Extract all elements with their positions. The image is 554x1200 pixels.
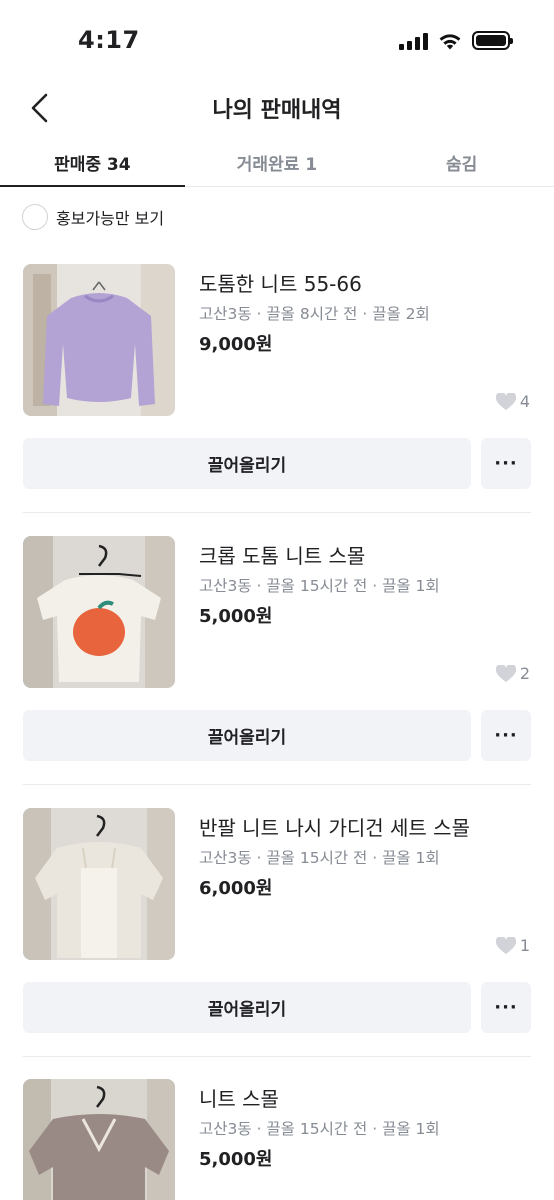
navigation-header: 나의 판매내역 (0, 84, 554, 132)
item-meta: 고산3동 · 끌올 15시간 전 · 끌올 1회 (199, 1120, 440, 1138)
item-title: 니트 스몰 (199, 1087, 279, 1111)
item-title: 크롭 도톰 니트 스몰 (199, 544, 366, 568)
more-options-button[interactable]: ··· (481, 710, 531, 761)
bump-button[interactable]: 끌어올리기 (23, 710, 471, 761)
item-price: 9,000원 (199, 334, 273, 355)
item-price: 5,000원 (199, 1149, 273, 1170)
tab-completed[interactable]: 거래완료 1 (185, 136, 370, 186)
status-bar: 4:17 (0, 0, 554, 84)
like-count-value: 1 (519, 936, 530, 955)
status-icons (399, 31, 513, 50)
tab-on-sale[interactable]: 판매중 34 (0, 136, 185, 187)
wifi-icon (439, 33, 461, 49)
product-image (23, 536, 175, 688)
product-image (23, 264, 175, 416)
like-count: 1 (495, 936, 530, 955)
divider (23, 1056, 531, 1057)
heart-icon (495, 936, 516, 954)
item-meta: 고산3동 · 끌올 15시간 전 · 끌올 1회 (199, 849, 440, 867)
more-options-button[interactable]: ··· (481, 982, 531, 1033)
status-time: 4:17 (78, 26, 140, 54)
heart-icon (495, 664, 516, 682)
like-count: 2 (495, 664, 530, 683)
filter-radio[interactable] (22, 204, 48, 230)
heart-icon (495, 392, 516, 410)
cellular-signal-icon (399, 32, 428, 50)
battery-icon (472, 31, 513, 50)
bump-button[interactable]: 끌어올리기 (23, 438, 471, 489)
item-price: 5,000원 (199, 606, 273, 627)
product-image (23, 808, 175, 960)
more-options-button[interactable]: ··· (481, 438, 531, 489)
like-count-value: 4 (519, 392, 530, 411)
item-meta: 고산3동 · 끌올 8시간 전 · 끌올 2회 (199, 305, 430, 323)
page-title: 나의 판매내역 (212, 98, 342, 123)
divider (23, 784, 531, 785)
tab-bar: 판매중 34 거래완료 1 숨김 (0, 136, 554, 187)
like-count-value: 2 (519, 664, 530, 683)
item-title: 도톰한 니트 55-66 (199, 272, 362, 296)
product-image (23, 1079, 175, 1200)
item-meta: 고산3동 · 끌올 15시간 전 · 끌올 1회 (199, 577, 440, 595)
item-title: 반팔 니트 나시 가디건 세트 스몰 (199, 816, 470, 840)
filter-label: 홍보가능만 보기 (56, 209, 165, 228)
like-count: 4 (495, 392, 530, 411)
tab-hidden[interactable]: 숨김 (369, 136, 554, 186)
bump-button[interactable]: 끌어올리기 (23, 982, 471, 1033)
promotable-filter-toggle[interactable]: 홍보가능만 보기 (22, 204, 164, 230)
item-price: 6,000원 (199, 878, 273, 899)
divider (23, 512, 531, 513)
